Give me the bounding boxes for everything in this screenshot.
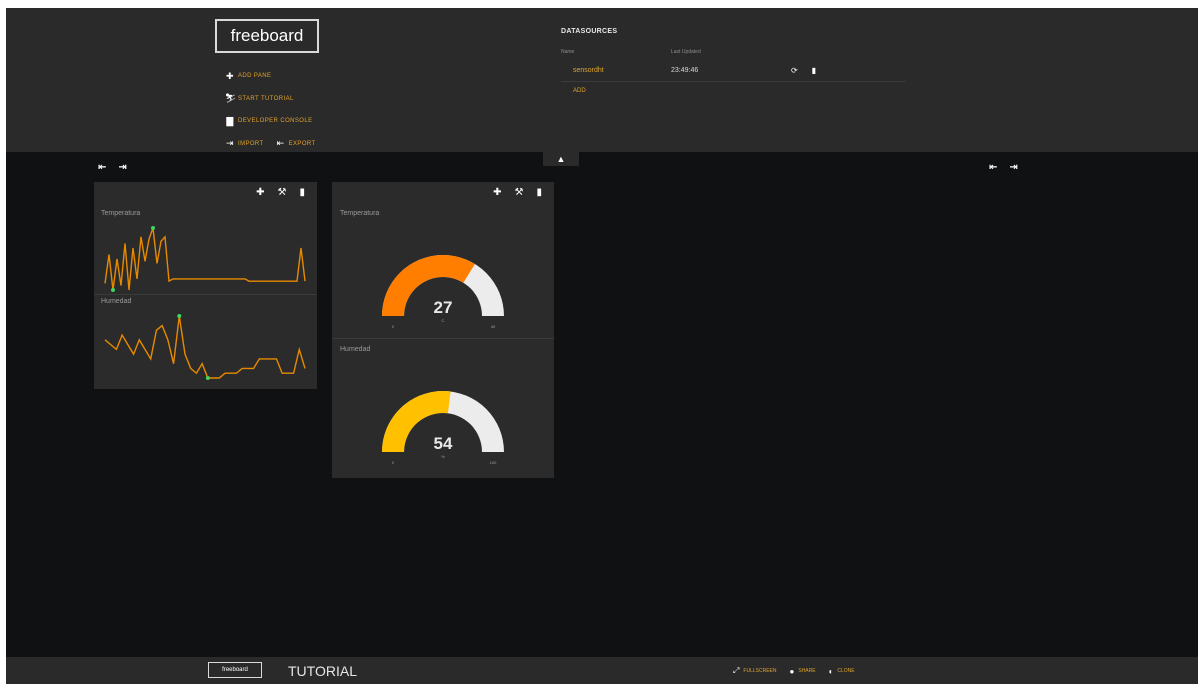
shrink-column-icon[interactable]: ⇤	[98, 162, 106, 173]
freeboard-logo: freeboard	[215, 19, 319, 53]
gauge-max: 100	[490, 460, 497, 465]
add-widget-icon[interactable]: ✚	[493, 187, 501, 198]
chevron-up-icon: ▲	[556, 154, 566, 164]
clone-button[interactable]: ◐ CLONE	[829, 666, 855, 676]
add-pane-button[interactable]: ✚ ADD PANE	[225, 70, 316, 82]
footer-tutorial-link[interactable]: TUTORIAL	[288, 663, 357, 679]
import-export-row: ⇥ IMPORT ⇤ EXPORT	[225, 138, 316, 150]
import-button[interactable]: IMPORT	[238, 141, 264, 147]
widget-title-temperatura: Temperatura	[340, 210, 380, 217]
col-name-header: Name	[561, 49, 575, 55]
gauge-min: 0	[392, 460, 395, 465]
datasources-header: Name Last Updated	[561, 49, 906, 55]
footer-links: ⤢ FULLSCREEN ● SHARE ◐ CLONE	[733, 666, 855, 676]
widget-title-temperatura: Temperatura	[101, 210, 141, 217]
collapse-header-button[interactable]: ▲	[543, 152, 579, 166]
expand-column-icon[interactable]: ⇥	[1009, 162, 1017, 173]
datasource-actions: ⟳ ▮	[791, 66, 816, 75]
widget-title-humedad: Humedad	[101, 298, 132, 305]
gauge-units: C	[442, 318, 445, 323]
refresh-icon[interactable]: ⟳	[791, 66, 798, 75]
datasource-name[interactable]: sensordht	[561, 67, 671, 74]
export-label: EXPORT	[288, 140, 316, 147]
clone-label: CLONE	[837, 668, 855, 674]
gauge-temperatura: 27C 0 40	[382, 255, 504, 329]
datasources-title: DATASOURCES	[561, 28, 618, 35]
gauge-value: 27	[434, 298, 453, 317]
col-last-updated-header: Last Updated	[671, 49, 701, 55]
contrast-icon: ◐	[828, 666, 834, 676]
share-button[interactable]: ● SHARE	[789, 666, 815, 676]
shrink-column-icon[interactable]: ⇤	[989, 162, 997, 173]
datasource-row: sensordht 23:49:46 ⟳ ▮	[561, 59, 906, 82]
widget-divider	[94, 294, 317, 295]
sparkline-series	[104, 227, 306, 291]
pane-sensor-sparklines: ✚ ⚒ ▮ Temperatura Humedad	[94, 182, 317, 389]
admin-header: freeboard ✚ ADD PANE ⛷ START TUTORIAL ▇ …	[6, 8, 1198, 152]
column-width-controls-right: ⇤ ⇥	[989, 162, 1018, 173]
pane-tools: ✚ ⚒ ▮	[256, 187, 305, 198]
wrench-icon[interactable]: ⚒	[515, 187, 524, 198]
add-pane-label: ADD PANE	[238, 73, 272, 79]
add-widget-icon[interactable]: ✚	[256, 187, 264, 198]
export-icon: ⇤	[276, 138, 285, 148]
expand-icon: ⤢	[733, 666, 740, 675]
developer-console-button[interactable]: ▇ DEVELOPER CONSOLE	[225, 115, 316, 127]
gauge-max: 40	[491, 324, 496, 329]
trash-icon[interactable]: ▮	[812, 66, 816, 75]
sparkline-min-marker	[205, 376, 210, 380]
footer-logo[interactable]: freeboard	[208, 662, 262, 678]
freeboard-app: freeboard ✚ ADD PANE ⛷ START TUTORIAL ▇ …	[6, 8, 1198, 684]
wrench-icon[interactable]: ⚒	[278, 187, 287, 198]
sparkline-max-marker	[177, 314, 182, 318]
import-icon: ⇥	[226, 138, 234, 148]
datasources-panel: DATASOURCES Name Last Updated sensordht …	[561, 28, 906, 94]
export-button[interactable]: ⇤ EXPORT	[276, 138, 316, 149]
column-width-controls-left: ⇤ ⇥	[98, 162, 127, 173]
footer-bar: freeboard TUTORIAL ⤢ FULLSCREEN ● SHARE …	[6, 657, 1198, 684]
pane-sensor-gauges: ✚ ⚒ ▮ Temperatura 27 C 0 40 Humedad 54% 0 100	[332, 182, 554, 478]
fullscreen-label: FULLSCREEN	[743, 668, 777, 674]
tutorial-icon: ⛷	[225, 93, 237, 103]
gauge-min: 0	[392, 324, 395, 329]
share-label: SHARE	[798, 668, 816, 674]
plus-icon: ✚	[226, 70, 234, 81]
gauge-fill	[382, 255, 475, 316]
datasource-last-updated: 23:49:46	[671, 66, 699, 74]
trash-icon[interactable]: ▮	[299, 187, 305, 198]
pane-tools: ✚ ⚒ ▮	[493, 187, 542, 198]
sparkline-humedad	[104, 314, 306, 380]
add-datasource-button[interactable]: ADD	[561, 88, 906, 94]
gauge-humedad: 54% 0 100	[382, 391, 504, 465]
fullscreen-button[interactable]: ⤢ FULLSCREEN	[733, 666, 776, 676]
sparkline-min-marker	[111, 288, 115, 292]
trash-icon[interactable]: ▮	[536, 187, 542, 198]
sparkline-temperatura	[104, 226, 306, 292]
sparkline-max-marker	[151, 226, 155, 230]
gauge-value: 54	[434, 434, 453, 453]
gauge-units: %	[441, 454, 445, 459]
developer-console-label: DEVELOPER CONSOLE	[238, 118, 313, 124]
start-tutorial-button[interactable]: ⛷ START TUTORIAL	[225, 93, 316, 105]
admin-menu: ✚ ADD PANE ⛷ START TUTORIAL ▇ DEVELOPER …	[225, 70, 316, 160]
widget-title-humedad: Humedad	[340, 346, 371, 353]
start-tutorial-label: START TUTORIAL	[238, 95, 294, 102]
sparkline-series	[104, 315, 306, 379]
expand-column-icon[interactable]: ⇥	[118, 162, 126, 173]
user-icon: ●	[789, 666, 795, 676]
widget-divider	[332, 338, 554, 339]
console-icon: ▇	[226, 115, 234, 126]
